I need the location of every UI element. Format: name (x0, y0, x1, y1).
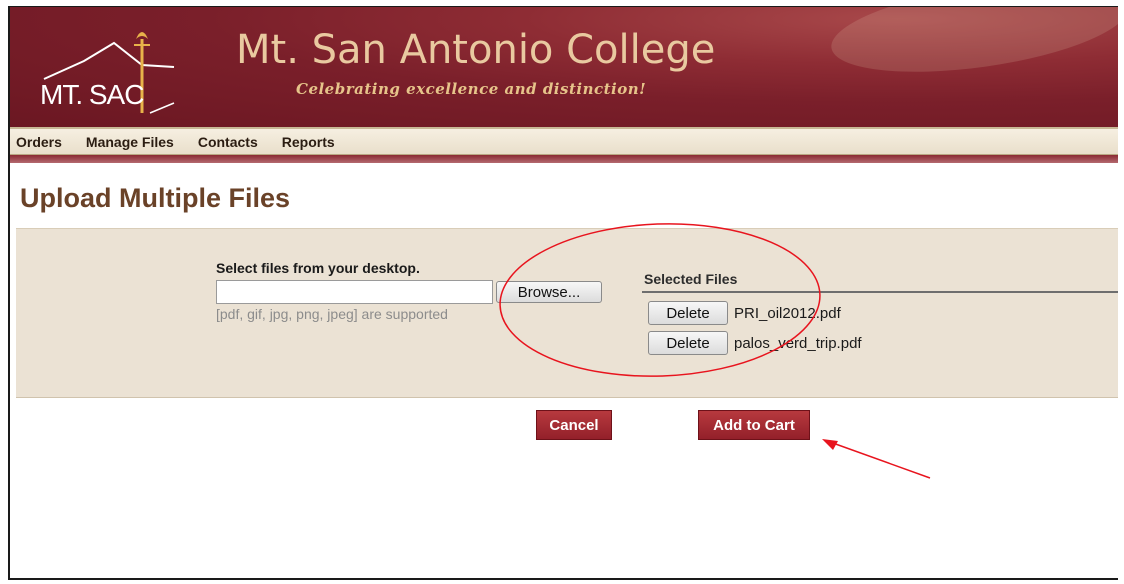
main-nav: Orders Manage Files Contacts Reports (10, 127, 1118, 155)
selected-files-divider (642, 291, 1118, 293)
browse-button[interactable]: Browse... (496, 281, 602, 303)
delete-button[interactable]: Delete (648, 331, 728, 355)
selected-file-name: PRI_oil2012.pdf (734, 304, 841, 322)
nav-divider (10, 155, 1118, 163)
add-to-cart-button[interactable]: Add to Cart (698, 410, 810, 440)
nav-item-manage-files[interactable]: Manage Files (86, 134, 174, 150)
supported-formats-text: [pdf, gif, jpg, png, jpeg] are supported (216, 306, 448, 322)
selected-files-heading: Selected Files (644, 271, 738, 287)
file-path-input[interactable] (216, 280, 493, 304)
select-files-label: Select files from your desktop. (216, 260, 420, 276)
selected-file-row: Delete PRI_oil2012.pdf (648, 301, 841, 325)
college-tagline: Celebrating excellence and distinction! (296, 80, 647, 98)
selected-file-name: palos_verd_trip.pdf (734, 334, 862, 352)
cancel-button[interactable]: Cancel (536, 410, 612, 440)
banner-swoosh (825, 7, 1118, 88)
upload-panel: Select files from your desktop. Browse..… (16, 228, 1118, 398)
delete-button[interactable]: Delete (648, 301, 728, 325)
logo-text: MT. SAC (40, 79, 144, 110)
nav-item-reports[interactable]: Reports (282, 134, 335, 150)
selected-file-row: Delete palos_verd_trip.pdf (648, 331, 862, 355)
nav-item-orders[interactable]: Orders (16, 134, 62, 150)
page-title: Upload Multiple Files (20, 183, 291, 213)
app-window: MT. SAC Mt. San Antonio College Celebrat… (8, 6, 1118, 580)
nav-item-contacts[interactable]: Contacts (198, 134, 258, 150)
college-name: Mt. San Antonio College (236, 27, 716, 73)
header-banner: MT. SAC Mt. San Antonio College Celebrat… (10, 7, 1118, 127)
